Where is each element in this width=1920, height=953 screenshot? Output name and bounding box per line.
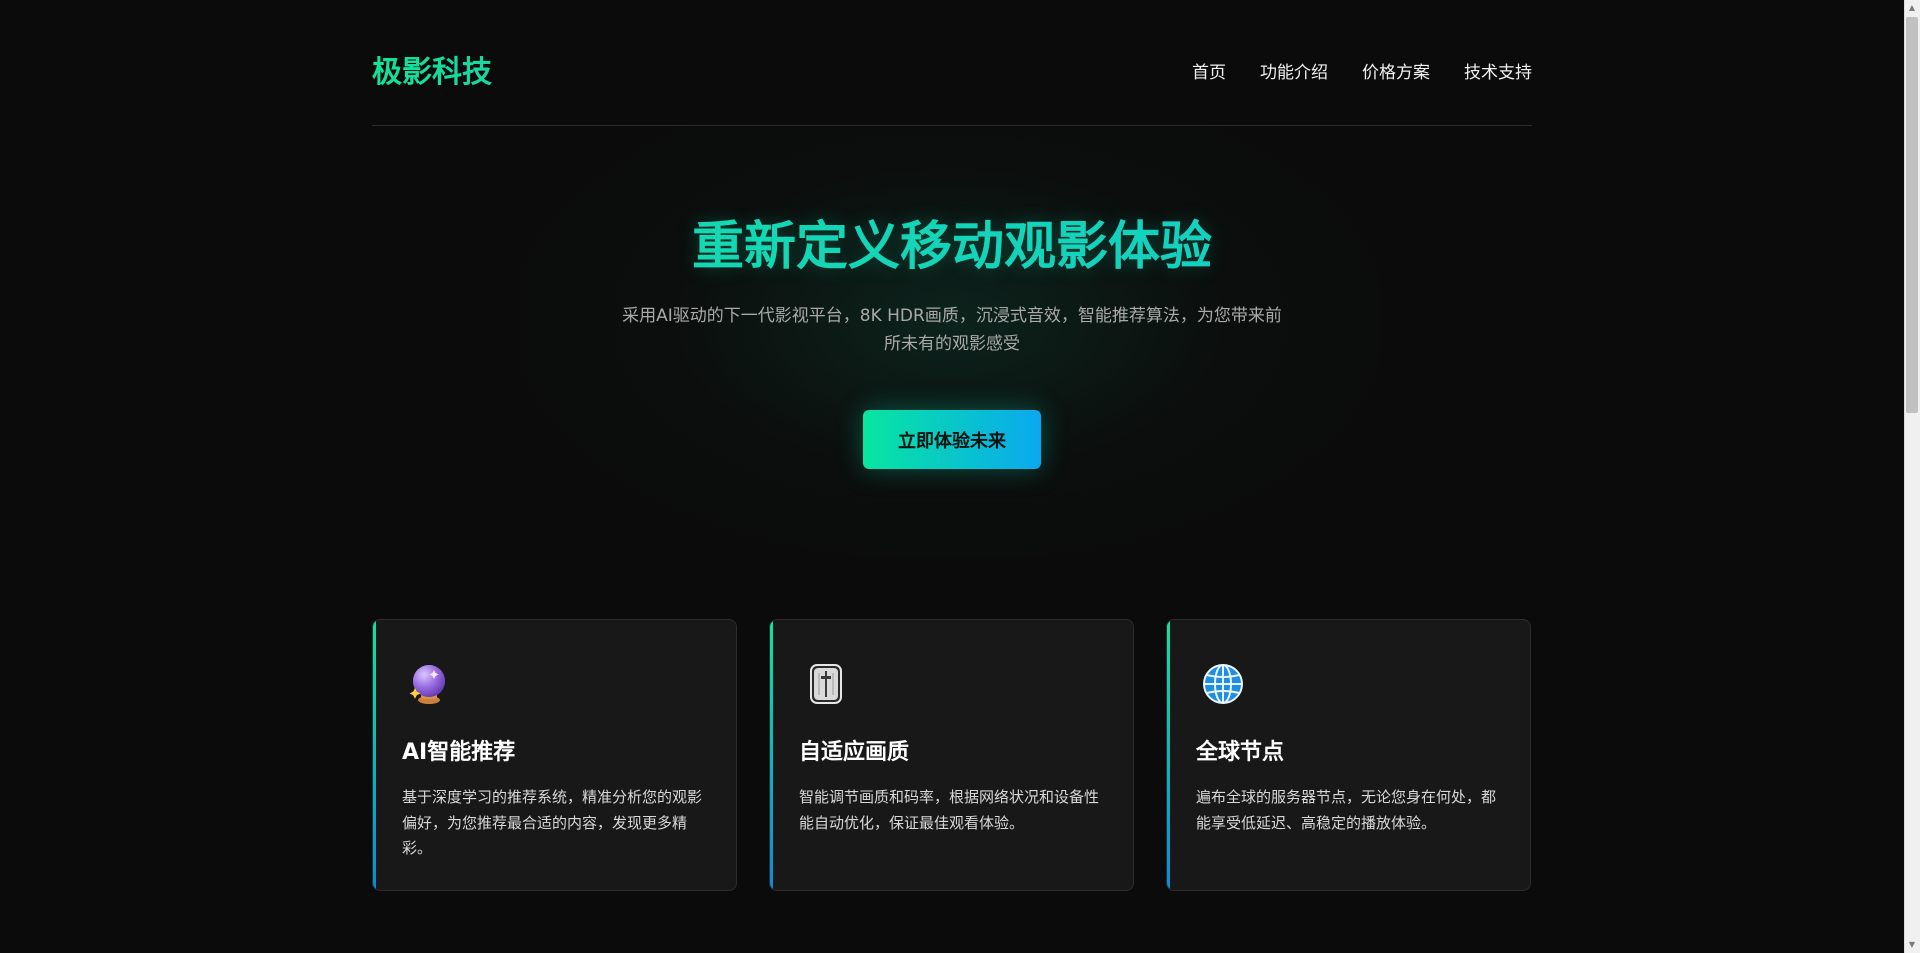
feature-title: 自适应画质 <box>799 740 910 765</box>
nav-link-pricing[interactable]: 价格方案 <box>1362 60 1430 86</box>
control-knobs-icon <box>804 662 848 706</box>
scrollbar-thumb[interactable] <box>1906 17 1918 413</box>
scroll-down-arrow-icon[interactable]: ▼ <box>1907 940 1917 950</box>
feature-description: 智能调节画质和码率，根据网络状况和设备性能自动优化，保证最佳观看体验。 <box>799 788 1100 832</box>
site-header: 极影科技 首页 功能介绍 价格方案 技术支持 <box>372 0 1532 126</box>
hero-subtitle-line1: 采用AI驱动的下一代影视平台，8K HDR画质，沉浸式音效，智能推荐算法，为您带… <box>622 306 1282 326</box>
cta-try-now-button[interactable]: 立即体验未来 <box>863 410 1041 469</box>
feature-description: 遍布全球的服务器节点，无论您身在何处，都能享受低延迟、高稳定的播放体验。 <box>1196 788 1497 832</box>
hero-title: 重新定义移动观影体验 <box>0 212 1904 282</box>
nav-link-features[interactable]: 功能介绍 <box>1260 60 1328 86</box>
globe-icon <box>1201 662 1245 706</box>
feature-title: AI智能推荐 <box>402 740 516 765</box>
main-nav: 首页 功能介绍 价格方案 技术支持 <box>1192 60 1532 86</box>
brand-logo[interactable]: 极影科技 <box>372 52 492 94</box>
hero-subtitle: 采用AI驱动的下一代影视平台，8K HDR画质，沉浸式音效，智能推荐算法，为您带… <box>600 302 1304 358</box>
feature-card-ai-recommend: AI智能推荐 基于深度学习的推荐系统，精准分析您的观影偏好，为您推荐最合适的内容… <box>372 619 737 891</box>
feature-card-adaptive-quality: 自适应画质 智能调节画质和码率，根据网络状况和设备性能自动优化，保证最佳观看体验… <box>769 619 1134 891</box>
landing-page: 极影科技 首页 功能介绍 价格方案 技术支持 重新定义移动观影体验 采用AI驱动… <box>0 0 1920 953</box>
page-scrollbar[interactable]: ▲ ▼ <box>1904 0 1920 953</box>
hero-subtitle-line2: 所未有的观影感受 <box>884 334 1020 354</box>
crystal-ball-icon <box>407 662 451 706</box>
feature-description: 基于深度学习的推荐系统，精准分析您的观影偏好，为您推荐最合适的内容，发现更多精彩… <box>402 788 703 857</box>
nav-link-support[interactable]: 技术支持 <box>1464 60 1532 86</box>
nav-link-home[interactable]: 首页 <box>1192 60 1226 86</box>
scroll-up-arrow-icon[interactable]: ▲ <box>1907 3 1917 13</box>
feature-title: 全球节点 <box>1196 740 1285 765</box>
feature-card-global-nodes: 全球节点 遍布全球的服务器节点，无论您身在何处，都能享受低延迟、高稳定的播放体验… <box>1166 619 1531 891</box>
